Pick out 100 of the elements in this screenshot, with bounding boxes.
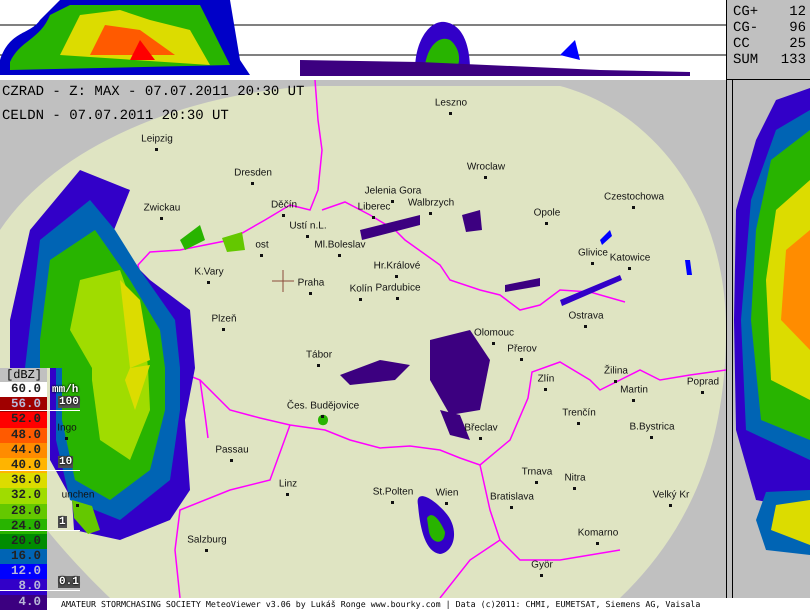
stat-label: CC: [733, 36, 750, 52]
legend-swatch: 56.0: [0, 397, 47, 412]
city-marker-icon: [338, 254, 341, 257]
city-label: Tábor: [306, 350, 332, 360]
city-label: Pardubice: [375, 282, 421, 294]
city-label: Jelenia Gora: [364, 186, 422, 196]
legend-swatch: 16.0: [0, 549, 47, 564]
stat-value: 133: [780, 52, 806, 68]
rain-rate-label: 100: [58, 396, 80, 408]
city-marker-icon: [396, 297, 399, 300]
city-marker-icon: [372, 216, 375, 219]
city-label: ost: [255, 240, 269, 250]
city-label: St.Polten: [372, 486, 414, 498]
city-label: Nitra: [564, 472, 586, 484]
city-marker-icon: [492, 342, 495, 345]
city-marker-icon: [230, 459, 233, 462]
city-marker-icon: [306, 235, 309, 238]
legend-swatch: 28.0: [0, 504, 47, 519]
radar-echo-drawing: [222, 232, 245, 252]
legend-swatch: 48.0: [0, 428, 47, 443]
radar-echo-drawing: [418, 496, 454, 554]
city-marker-icon: [591, 262, 594, 265]
radar-title: CZRAD - Z: MAX - 07.07.2011 20:30 UT: [2, 83, 304, 102]
city-marker-icon: [614, 380, 617, 383]
city-marker-icon: [76, 504, 79, 507]
city-label: K.Vary: [194, 266, 224, 278]
city-label: Bratislava: [490, 492, 534, 502]
city-label: Poprad: [686, 376, 720, 388]
city-label: Kolín: [350, 284, 372, 294]
city-marker-icon: [510, 506, 513, 509]
city-marker-icon: [309, 292, 312, 295]
city-label: Praha: [298, 278, 324, 288]
city-label: Trnava: [522, 466, 552, 478]
rain-rate-label: 10: [58, 456, 74, 468]
city-label: Břeclav: [464, 422, 498, 434]
city-marker-icon: [429, 212, 432, 215]
city-marker-icon: [479, 437, 482, 440]
city-marker-icon: [359, 298, 362, 301]
rain-rate-label: 0.1: [58, 576, 80, 588]
city-label: Plzeň: [212, 314, 236, 324]
radar-echo-drawing: [505, 278, 540, 292]
city-marker-icon: [222, 328, 225, 331]
city-label: Zlín: [538, 374, 554, 384]
legend-swatch: 4.0: [0, 594, 47, 610]
city-label: Přerov: [507, 344, 537, 354]
city-label: Ml.Boleslav: [314, 240, 366, 250]
city-label: Hr.Králové: [374, 260, 420, 272]
city-marker-icon: [207, 281, 210, 284]
city-marker-icon: [155, 148, 158, 151]
city-marker-icon: [286, 493, 289, 496]
city-label: Walbrzych: [408, 198, 454, 208]
city-label: Wien: [436, 488, 458, 498]
city-label: Wroclaw: [466, 162, 506, 172]
radar-echo-drawing: [685, 260, 692, 275]
legend-unit: [dBZ]: [0, 368, 47, 382]
city-marker-icon: [535, 481, 538, 484]
legend-swatch: 20.0: [0, 534, 47, 550]
city-label: Dresden: [234, 168, 272, 178]
city-marker-icon: [628, 267, 631, 270]
city-marker-icon: [321, 415, 324, 418]
city-label: Glivice: [578, 248, 608, 258]
city-marker-icon: [391, 200, 394, 203]
city-marker-icon: [395, 275, 398, 278]
radar-title: CELDN - 07.07.2011 20:30 UT: [2, 107, 230, 126]
legend-swatch: 32.0: [0, 488, 47, 504]
city-marker-icon: [520, 358, 523, 361]
city-marker-icon: [573, 487, 576, 490]
city-label: Liberec: [358, 202, 390, 212]
city-label: Žilina: [604, 366, 628, 376]
city-marker-icon: [669, 504, 672, 507]
city-label: Passau: [215, 444, 249, 456]
city-marker-icon: [260, 254, 263, 257]
city-marker-icon: [632, 399, 635, 402]
city-label: Martin: [620, 384, 648, 396]
legend-swatch: 60.0: [0, 382, 47, 398]
city-marker-icon: [391, 501, 394, 504]
legend-swatch: 52.0: [0, 412, 47, 428]
city-label: Katowice: [610, 252, 650, 264]
city-label: B.Bystrica: [630, 422, 674, 432]
city-marker-icon: [160, 217, 163, 220]
city-marker-icon: [544, 388, 547, 391]
city-marker-icon: [540, 574, 543, 577]
city-marker-icon: [584, 325, 587, 328]
city-label: Czestochowa: [604, 192, 664, 202]
radar-echo-drawing: [560, 275, 622, 306]
city-label: Györ: [531, 560, 553, 570]
city-label: Olomouc: [474, 328, 514, 338]
legend-swatch: 36.0: [0, 473, 47, 488]
city-marker-icon: [449, 112, 452, 115]
city-label: Salzburg: [187, 534, 227, 546]
city-label: Ostrava: [568, 310, 604, 322]
city-label: Děčín: [270, 200, 298, 210]
stat-label: SUM: [733, 52, 758, 68]
city-label: Komarno: [578, 528, 618, 538]
crosshair-icon: [272, 270, 294, 292]
city-marker-icon: [632, 206, 635, 209]
city-label: Velký Kr: [652, 490, 690, 500]
legend-swatch: 44.0: [0, 442, 47, 458]
city-marker-icon: [317, 364, 320, 367]
legend-swatch: 12.0: [0, 564, 47, 580]
